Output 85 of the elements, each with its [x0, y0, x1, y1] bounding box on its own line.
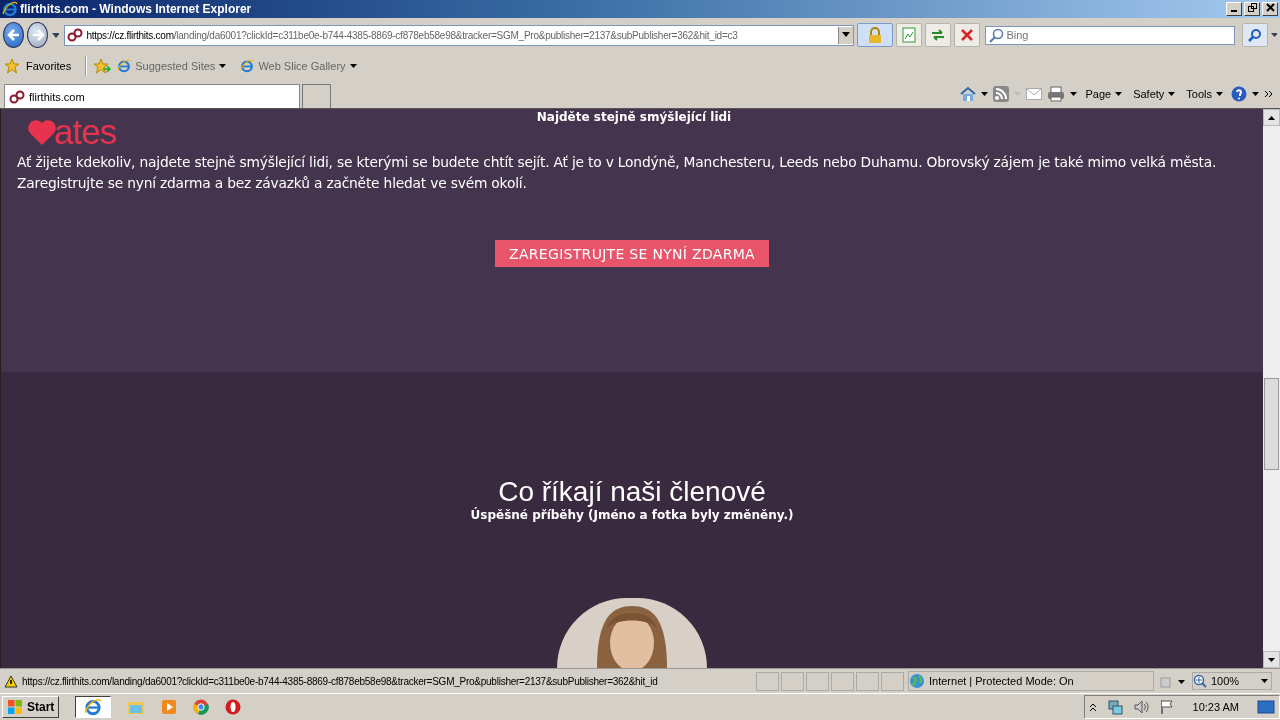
page-icon: [117, 59, 132, 73]
page-icon: [240, 59, 255, 73]
start-button[interactable]: Start: [2, 696, 60, 718]
show-desktop-icon[interactable]: [1257, 699, 1275, 715]
caret-icon[interactable]: [51, 31, 60, 39]
stop-button[interactable]: [954, 23, 981, 47]
clock: 10:23 AM: [1192, 701, 1239, 713]
caret-icon: [349, 64, 357, 68]
chevron-icon[interactable]: [1264, 90, 1274, 98]
caret-icon: [1261, 679, 1268, 683]
back-button[interactable]: [3, 22, 25, 48]
flag-icon[interactable]: [1158, 699, 1175, 715]
chevron-icon[interactable]: [1088, 702, 1097, 712]
caret-icon: [1115, 92, 1123, 96]
tagline: Najděte stejně smýšlející lidi: [536, 110, 732, 124]
scroll-down-icon[interactable]: [1268, 657, 1275, 662]
caret-icon[interactable]: [1070, 92, 1078, 96]
command-menu[interactable]: Tools: [1186, 88, 1223, 100]
minimize-icon: [1231, 10, 1237, 12]
zoom-button[interactable]: 100%: [1192, 672, 1272, 690]
network-icon[interactable]: [1106, 699, 1123, 715]
address-field[interactable]: https://cz.flirthits.com/landing/da6001?clickId=c311be0e-b744-4385-8869-cf878eb58e98&tracker=SGM_Pro&publisher=2137&subPublisher=362&hit_id=c3: [64, 24, 855, 46]
intro-paragraph: Ať žijete kdekoliv, najdete stejně smýšlející lidi, se kterými se budete chtít sejít. Ať je to v Londýně, Manchesteru, Leeds nebo Duhamu. Obrovský zájem je také mimo velká města. Zaregistrujte se nyní zdarma a bez závazků a začněte hledat ve svém okolí.: [17, 153, 1218, 193]
caret-icon: [842, 32, 851, 38]
new-tab-button[interactable]: [302, 84, 331, 108]
stop-icon: [960, 28, 975, 42]
status-panel: [856, 671, 879, 691]
scrollbar-thumb[interactable]: [1264, 378, 1279, 470]
restore-button[interactable]: [1244, 2, 1260, 16]
protected-mode-icon[interactable]: [1158, 674, 1188, 688]
caret-icon: [219, 64, 227, 68]
zone-text: Internet | Protected Mode: On: [929, 675, 1074, 687]
section-heading: Co říkají naši členové: [498, 476, 766, 507]
caret-icon[interactable]: [1252, 92, 1259, 96]
help-icon[interactable]: [1231, 86, 1247, 102]
favorites-link[interactable]: Web Slice Gallery: [240, 59, 357, 73]
home-icon[interactable]: [960, 86, 977, 102]
favorites-button[interactable]: Favorites: [4, 58, 72, 74]
site-icon: [9, 89, 25, 104]
minimize-button[interactable]: [1226, 2, 1242, 16]
search-icon: [1248, 28, 1263, 42]
refresh-button[interactable]: [925, 23, 952, 47]
search-button[interactable]: [1242, 23, 1269, 47]
star-icon: [4, 58, 20, 74]
refresh-icon: [930, 28, 947, 42]
forward-arrow-icon: [30, 29, 45, 41]
section-subheading: Úspěšné příběhy (Jméno a fotka byly změněny.): [470, 508, 794, 522]
taskbar-app-button[interactable]: [75, 696, 112, 718]
status-panel: [756, 671, 779, 691]
globe-icon: [909, 673, 925, 689]
status-panel: [831, 671, 854, 691]
scroll-up-icon[interactable]: [1268, 115, 1275, 120]
close-icon: [1265, 3, 1275, 12]
print-icon[interactable]: [1047, 86, 1066, 102]
caret-icon: [1216, 92, 1223, 96]
lock-icon: [868, 27, 883, 43]
search-field[interactable]: Bing: [985, 25, 1236, 45]
scrollbar[interactable]: [1263, 109, 1280, 668]
search-icon: [988, 27, 1005, 44]
forward-button[interactable]: [27, 22, 49, 48]
command-menu[interactable]: Page: [1085, 88, 1123, 100]
warning-icon: [4, 674, 18, 688]
caret-icon[interactable]: [981, 92, 989, 96]
site-icon: [67, 28, 84, 42]
status-text: https://cz.flirthits.com/landing/da6001?clickId=c311be0e-b744-4385-8869-cf878eb58e98&tracker=SGM_Pro&publisher=2137&subPublisher=362&hit_id: [22, 675, 659, 687]
command-menu[interactable]: Safety: [1133, 88, 1176, 100]
status-panel: [881, 671, 904, 691]
restore-icon: [1247, 3, 1257, 12]
favorites-link[interactable]: Suggested Sites: [117, 59, 227, 73]
back-arrow-icon: [6, 29, 21, 41]
browser-logo-icon: [84, 698, 103, 716]
register-button[interactable]: ZAREGISTRUJTE SE NYNÍ ZDARMA: [495, 240, 769, 267]
status-panel: [781, 671, 804, 691]
status-panel: [806, 671, 829, 691]
dropdown-button[interactable]: [838, 26, 854, 44]
caret-icon[interactable]: [1271, 33, 1277, 37]
browser-logo-icon: [2, 1, 18, 17]
windows-logo-icon: [7, 699, 23, 715]
zoom-icon: [1193, 674, 1207, 688]
page-chart-icon: [902, 27, 917, 43]
speaker-icon[interactable]: [1132, 699, 1149, 715]
caret-icon: [1168, 92, 1176, 96]
window-title: flirthits.com - Windows Internet Explorer: [20, 2, 253, 16]
browser-tab[interactable]: flirthits.com: [4, 84, 300, 108]
close-button[interactable]: [1262, 2, 1278, 16]
